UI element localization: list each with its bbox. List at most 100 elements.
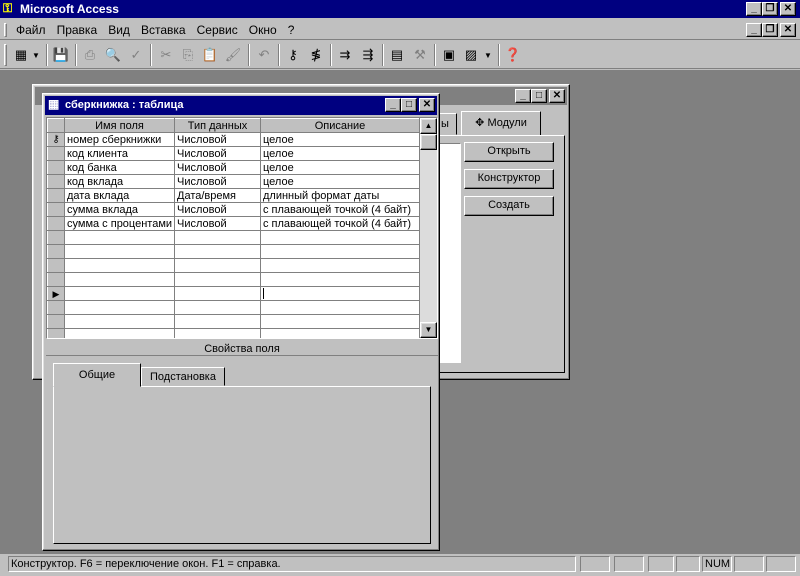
menu-edit[interactable]: Правка [53, 21, 102, 39]
properties-icon[interactable]: ▤ [386, 44, 408, 66]
empty-cell[interactable] [64, 286, 175, 301]
db-object-list[interactable] [437, 143, 461, 363]
row-selector[interactable] [47, 160, 65, 175]
field-name-cell[interactable]: дата вклада [64, 188, 175, 203]
empty-row[interactable] [47, 314, 420, 329]
undo-icon[interactable]: ↶ [253, 44, 275, 66]
empty-cell[interactable] [64, 328, 175, 338]
data-type-cell[interactable]: Числовой [174, 202, 261, 217]
current-row[interactable]: ▶ [47, 286, 420, 301]
row-selector[interactable] [47, 314, 65, 329]
data-type-cell[interactable]: Числовой [174, 174, 261, 189]
description-cell[interactable]: целое [260, 146, 420, 161]
empty-cell[interactable] [174, 286, 261, 301]
empty-cell[interactable] [174, 272, 261, 287]
col-header-field-name[interactable]: Имя поля [64, 118, 175, 133]
empty-cell[interactable] [260, 272, 420, 287]
open-button[interactable]: Открыть [464, 142, 554, 162]
tab-lookup[interactable]: Подстановка [141, 367, 225, 386]
col-header-data-type[interactable]: Тип данных [174, 118, 261, 133]
table-close-button[interactable]: ✕ [419, 98, 435, 112]
row-selector[interactable] [47, 230, 65, 245]
table-row[interactable]: ⚷ номер сберкнижки Числовой целое [47, 132, 420, 147]
view-icon[interactable]: ▦ [10, 44, 32, 66]
table-row[interactable]: код банка Числовой целое [47, 160, 420, 175]
copy-icon[interactable]: ⎘ [177, 44, 199, 66]
row-selector[interactable] [47, 272, 65, 287]
new-object-icon[interactable]: ▨ [460, 44, 482, 66]
table-row[interactable]: сумма вклада Числовой с плавающей точкой… [47, 202, 420, 217]
spelling-icon[interactable]: ✓ [125, 44, 147, 66]
row-selector[interactable] [47, 300, 65, 315]
field-name-cell[interactable]: код банка [64, 160, 175, 175]
row-selector[interactable] [47, 146, 65, 161]
empty-cell[interactable] [174, 258, 261, 273]
doc-minimize-button[interactable]: _ [746, 23, 762, 37]
help-icon[interactable]: ❓ [502, 44, 524, 66]
row-selector[interactable] [47, 328, 65, 338]
menu-tools[interactable]: Сервис [193, 21, 242, 39]
print-preview-icon[interactable]: 🔍 [102, 44, 124, 66]
design-button[interactable]: Конструктор [464, 169, 554, 189]
view-dropdown-icon[interactable]: ▼ [30, 44, 42, 66]
empty-cell[interactable] [174, 328, 261, 338]
table-minimize-button[interactable]: _ [385, 98, 401, 112]
empty-cell[interactable] [64, 314, 175, 329]
empty-row[interactable] [47, 258, 420, 273]
doc-restore-button[interactable]: ❐ [762, 23, 778, 37]
table-design-window[interactable]: ▦ сберкнижка : таблица _ □ ✕ Имя поля Ти… [42, 93, 440, 551]
menu-insert[interactable]: Вставка [137, 21, 190, 39]
empty-cell[interactable] [260, 300, 420, 315]
create-button[interactable]: Создать [464, 196, 554, 216]
empty-cell[interactable] [174, 244, 261, 259]
vertical-scrollbar[interactable]: ▲ ▼ [420, 118, 437, 338]
table-row[interactable]: код клиента Числовой целое [47, 146, 420, 161]
description-cell[interactable]: целое [260, 160, 420, 175]
empty-cell[interactable] [260, 314, 420, 329]
row-selector[interactable] [47, 244, 65, 259]
table-row[interactable]: дата вклада Дата/время длинный формат да… [47, 188, 420, 203]
scroll-down-button[interactable]: ▼ [420, 322, 437, 338]
description-cell[interactable]: целое [260, 132, 420, 147]
empty-cell[interactable] [174, 300, 261, 315]
indexes-icon[interactable]: ≸ [305, 44, 327, 66]
doc-close-button[interactable]: ✕ [780, 23, 796, 37]
description-cell[interactable]: с плавающей точкой (4 байт) [260, 202, 420, 217]
new-object-dropdown-icon[interactable]: ▼ [482, 44, 494, 66]
primary-key-icon[interactable]: ⚷ [282, 44, 304, 66]
field-name-cell[interactable]: код клиента [64, 146, 175, 161]
row-selector[interactable] [47, 258, 65, 273]
row-selector[interactable] [47, 174, 65, 189]
empty-cell[interactable] [64, 230, 175, 245]
field-grid[interactable]: Имя поля Тип данных Описание ⚷ номер сбе… [46, 117, 438, 339]
print-icon[interactable]: ⎙ [79, 44, 101, 66]
table-maximize-button[interactable]: □ [401, 98, 417, 112]
field-name-cell[interactable]: код вклада [64, 174, 175, 189]
table-row[interactable]: сумма с процентами Числовой с плавающей … [47, 216, 420, 231]
row-selector[interactable] [47, 202, 65, 217]
save-icon[interactable]: 💾 [50, 44, 72, 66]
menu-window[interactable]: Окно [245, 21, 281, 39]
empty-row[interactable] [47, 328, 420, 338]
data-type-cell[interactable]: Числовой [174, 216, 261, 231]
row-selector[interactable]: ⚷ [47, 132, 65, 147]
build-icon[interactable]: ⚒ [409, 44, 431, 66]
row-selector[interactable] [47, 216, 65, 231]
empty-cell[interactable] [64, 244, 175, 259]
data-type-cell[interactable]: Дата/время [174, 188, 261, 203]
row-selector[interactable] [47, 188, 65, 203]
data-type-cell[interactable]: Числовой [174, 160, 261, 175]
delete-rows-icon[interactable]: ⇶ [357, 44, 379, 66]
scroll-up-button[interactable]: ▲ [420, 118, 437, 134]
db-minimize-button[interactable]: _ [515, 89, 531, 103]
empty-row[interactable] [47, 244, 420, 259]
empty-cell[interactable] [260, 258, 420, 273]
empty-cell[interactable] [64, 300, 175, 315]
data-type-cell[interactable]: Числовой [174, 146, 261, 161]
db-maximize-button[interactable]: □ [531, 89, 547, 103]
paste-icon[interactable]: 📋 [199, 44, 221, 66]
field-name-cell[interactable]: сумма с процентами [64, 216, 175, 231]
empty-cell[interactable] [260, 328, 420, 338]
menu-file[interactable]: Файл [12, 21, 50, 39]
format-painter-icon[interactable]: 🖌 [222, 44, 244, 66]
